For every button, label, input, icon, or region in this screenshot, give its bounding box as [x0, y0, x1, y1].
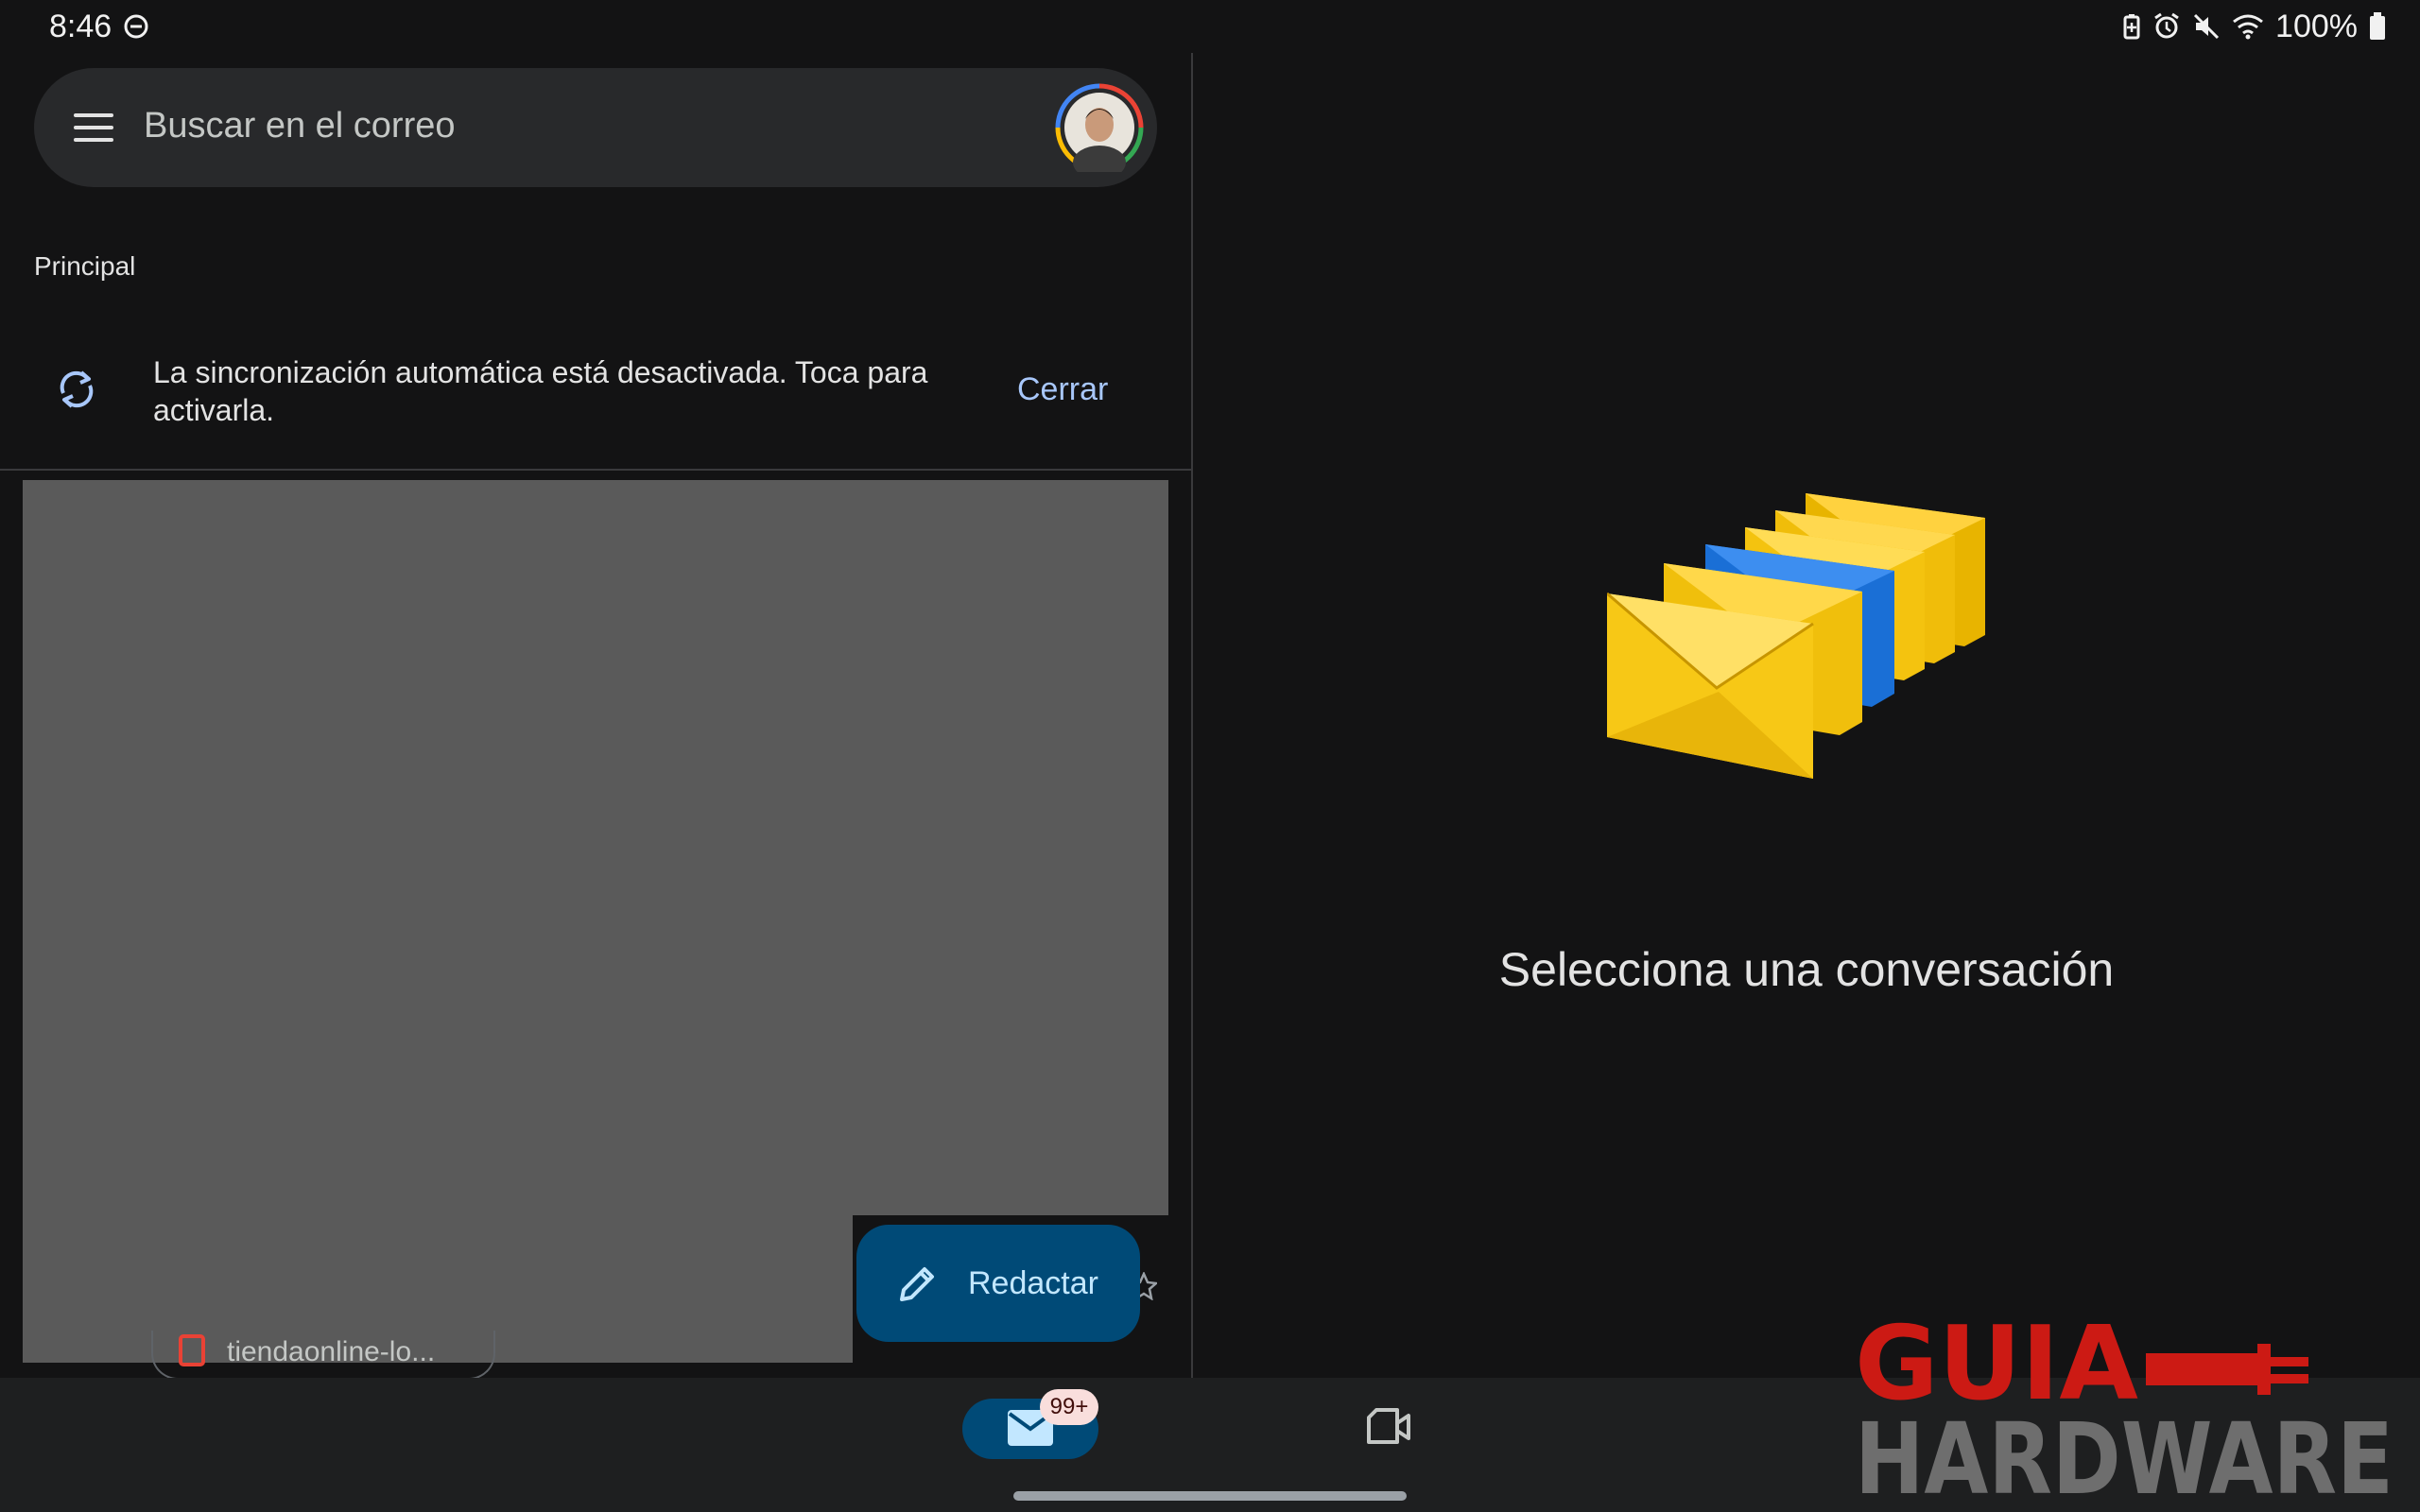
- mute-icon: [2193, 13, 2220, 40]
- sync-banner-message[interactable]: La sincronización automática está desact…: [153, 353, 985, 429]
- alarm-icon: [2154, 12, 2179, 39]
- wifi-icon: [2233, 14, 2263, 40]
- gesture-bar: [1013, 1491, 1407, 1501]
- meet-icon[interactable]: [1365, 1408, 1412, 1446]
- redacted-email-list: [23, 480, 1168, 1215]
- banner-divider: [0, 469, 1192, 471]
- battery-saver-icon: [2123, 14, 2140, 40]
- pdf-attachment-icon: [179, 1334, 205, 1366]
- battery-level: 100%: [2275, 9, 2358, 44]
- sync-banner-close-button[interactable]: Cerrar: [1017, 370, 1108, 408]
- battery-icon: [2370, 12, 2385, 40]
- compose-button[interactable]: Redactar: [856, 1225, 1140, 1342]
- status-icons: 100%: [2122, 8, 2386, 45]
- pencil-icon: [900, 1267, 934, 1301]
- attachment-chip-label: tiendaonline-lo...: [227, 1336, 436, 1367]
- do-not-disturb-icon: [124, 14, 148, 39]
- envelopes-illustration: [1607, 493, 1985, 779]
- guia-hardware-logo: GUIA HARDWARE: [1855, 1312, 2394, 1501]
- empty-state-title: Selecciona una conversación: [1498, 943, 2115, 996]
- pane-divider: [1191, 53, 1193, 1378]
- watermark-line2: HARDWARE: [1855, 1401, 2394, 1501]
- search-input[interactable]: Buscar en el correo: [144, 102, 456, 149]
- account-avatar[interactable]: [1055, 83, 1144, 172]
- status-time: 8:46: [49, 9, 112, 44]
- mail-badge: 99+: [1040, 1389, 1098, 1425]
- section-label: Principal: [34, 251, 136, 281]
- compose-button-label: Redactar: [968, 1264, 1098, 1301]
- sync-icon: [60, 370, 94, 408]
- menu-icon[interactable]: [74, 112, 113, 144]
